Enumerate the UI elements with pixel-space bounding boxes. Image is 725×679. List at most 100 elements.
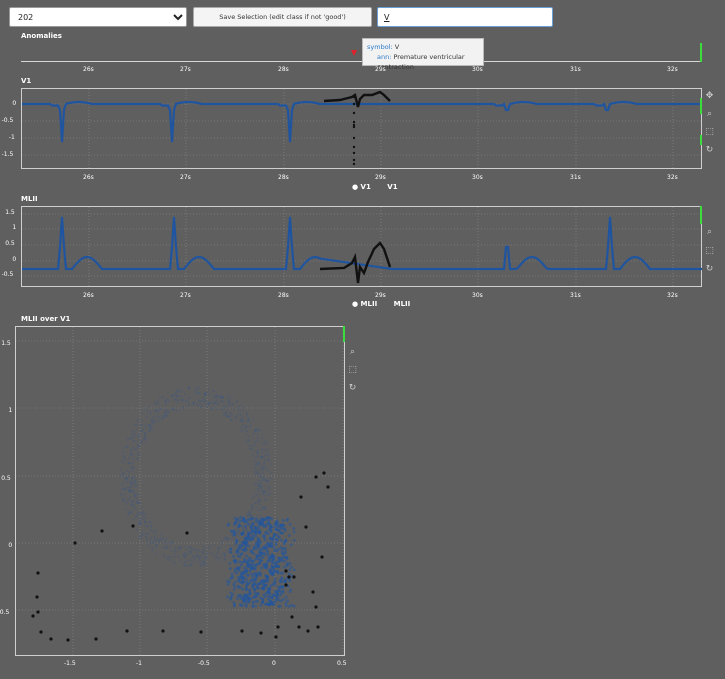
mlii-legend-item[interactable]: MLII (361, 300, 378, 308)
scatter-point (250, 567, 254, 571)
reset-icon[interactable]: ↻ (705, 265, 714, 274)
scatter-selected-point (131, 524, 135, 528)
scatter-point (179, 559, 182, 562)
scatter-point (258, 475, 261, 478)
scatter-point (213, 401, 216, 404)
scatter-point (207, 388, 210, 391)
scatter-point (247, 416, 250, 419)
scatter-point (267, 488, 270, 491)
scatter-point (169, 558, 172, 561)
scatter-point (152, 542, 155, 545)
pan-icon[interactable]: ✥ (705, 92, 714, 101)
scatter-point (242, 517, 246, 521)
scatter-y-tick: 0.5 (1, 475, 11, 482)
scatter-point (220, 408, 223, 411)
scatter-point (289, 588, 293, 592)
scatter-point (135, 528, 138, 531)
scatter-point (214, 557, 217, 559)
save-selection-button[interactable]: Save Selection (edit class if not 'good'… (193, 7, 372, 27)
scatter-point (262, 462, 265, 465)
scatter-point (282, 598, 285, 601)
scatter-selected-point (274, 635, 278, 639)
scatter-point (266, 451, 269, 454)
scatter-point (268, 536, 272, 540)
scatter-point (256, 464, 259, 467)
scatter-point (130, 501, 133, 504)
scatter-point (202, 545, 205, 548)
zoom-icon[interactable]: ⌕ (705, 110, 714, 119)
scatter-point (246, 563, 250, 567)
scatter-point (278, 525, 282, 529)
scatter-point (254, 520, 258, 523)
tooltip-symbol-key: symbol: (367, 43, 393, 51)
zoom-icon[interactable]: ⌕ (705, 228, 714, 237)
scatter-point (164, 546, 167, 549)
scatter-point (134, 433, 137, 435)
record-select[interactable]: 202 (9, 7, 187, 27)
scatter-point (272, 545, 276, 549)
scatter-point (219, 540, 222, 543)
scatter-point (249, 444, 252, 447)
scatter-point (172, 408, 175, 411)
scatter-point (166, 398, 169, 400)
scatter-point (181, 389, 184, 392)
box-zoom-icon[interactable]: ⬚ (348, 366, 357, 375)
scatter-point (140, 506, 143, 509)
scatter-point (247, 514, 250, 517)
scatter-point (223, 556, 226, 559)
scatter-point (119, 488, 122, 491)
scatter-point (246, 574, 250, 577)
scatter-point (135, 516, 138, 519)
scatter-point (257, 454, 260, 457)
scatter-point (123, 456, 126, 459)
scatter-point (149, 426, 152, 429)
symbol-input[interactable] (377, 7, 553, 27)
scatter-point (261, 448, 264, 451)
box-zoom-icon[interactable]: ⬚ (705, 247, 714, 256)
scatter-point (136, 443, 138, 446)
scatter-point (132, 462, 135, 465)
scatter-point (252, 546, 256, 550)
scatter-point (150, 526, 153, 529)
scatter-plot-frame[interactable] (15, 326, 346, 657)
scatter-point (130, 429, 133, 431)
scatter-point (130, 437, 133, 440)
anomalies-range-marker[interactable] (700, 43, 702, 62)
scatter-point (136, 451, 139, 454)
mlii-plot-frame[interactable] (21, 206, 703, 288)
scatter-point (254, 599, 258, 603)
v1-legend-item[interactable]: V1 (361, 183, 371, 191)
scatter-point (126, 480, 129, 483)
scatter-point (167, 555, 169, 558)
scatter-point (226, 595, 229, 599)
scatter-point (244, 429, 247, 432)
tooltip-ann-value: Premature ventricular contraction (377, 53, 465, 71)
scatter-point (193, 393, 196, 396)
reset-icon[interactable]: ↻ (705, 146, 714, 155)
scatter-point (208, 544, 211, 547)
zoom-icon[interactable]: ⌕ (348, 348, 357, 357)
scatter-point (197, 391, 200, 394)
scatter-point (202, 561, 205, 564)
scatter-point (249, 423, 252, 426)
scatter-point (265, 516, 269, 519)
box-zoom-icon[interactable]: ⬚ (705, 128, 714, 137)
anomaly-marker-icon[interactable] (351, 50, 357, 56)
scatter-point (227, 394, 230, 397)
scatter-point (145, 520, 147, 523)
v1-plot-frame[interactable] (21, 88, 703, 170)
v1-x-tick: 28s (278, 174, 289, 181)
scatter-point (262, 586, 266, 590)
scatter-point (174, 547, 177, 550)
scatter-point (156, 419, 159, 422)
scatter-point (125, 469, 128, 472)
scatter-point (226, 407, 229, 410)
scatter-point (133, 436, 136, 439)
scatter-point (249, 550, 253, 554)
reset-icon[interactable]: ↻ (348, 384, 357, 393)
scatter-point (269, 526, 272, 529)
scatter-point (151, 549, 154, 552)
scatter-point (285, 563, 289, 567)
scatter-point (245, 411, 248, 414)
scatter-selected-point (292, 575, 296, 579)
